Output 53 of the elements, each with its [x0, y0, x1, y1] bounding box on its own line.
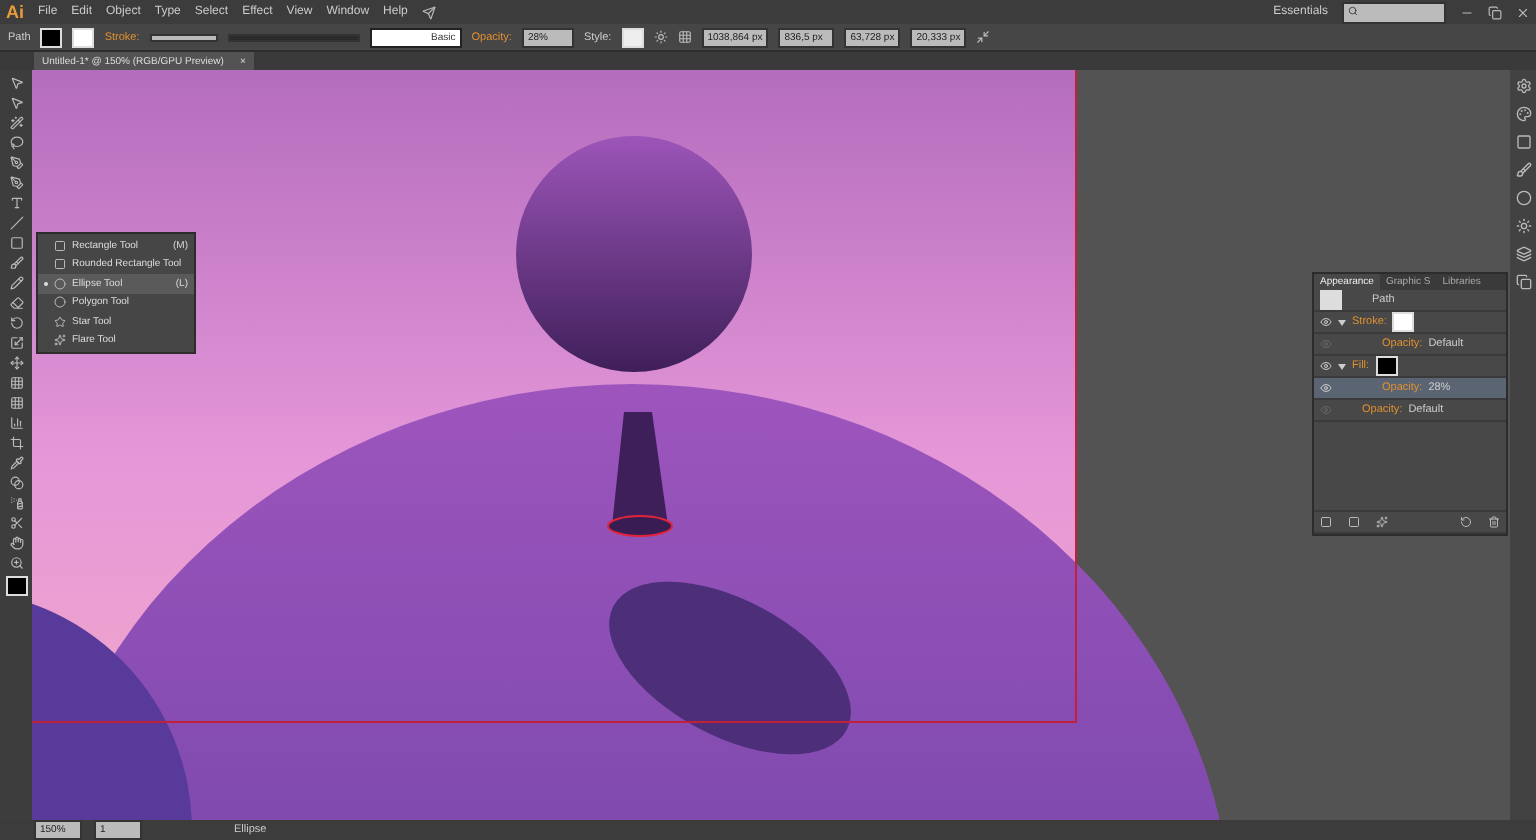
- tool-icon[interactable]: [9, 276, 23, 290]
- grid-icon[interactable]: [677, 30, 692, 44]
- tool-icon[interactable]: [9, 256, 23, 270]
- search-field[interactable]: [1342, 1, 1446, 23]
- delete-icon[interactable]: [1488, 516, 1500, 528]
- tool-icon: [54, 334, 66, 347]
- search-icon: [1348, 5, 1358, 15]
- close-icon[interactable]: [1516, 5, 1530, 19]
- fill-swatch[interactable]: [5, 576, 27, 596]
- panel-icon[interactable]: [1515, 246, 1531, 262]
- effects-icon[interactable]: [1376, 516, 1388, 528]
- thumbnail-icon: [1320, 290, 1342, 310]
- panel-icon[interactable]: [1515, 78, 1531, 94]
- tool-icon[interactable]: [9, 176, 23, 190]
- add-stroke-icon[interactable]: [1320, 516, 1332, 528]
- tool-icon: [54, 315, 66, 328]
- color-swatch[interactable]: [1392, 312, 1415, 332]
- stroke-swatch[interactable]: [72, 27, 95, 47]
- panel-icon[interactable]: [1515, 162, 1531, 178]
- tool-icon[interactable]: [9, 416, 23, 430]
- style-swatch[interactable]: [621, 27, 644, 47]
- tool-icon[interactable]: [9, 456, 23, 470]
- fill-swatch[interactable]: [40, 27, 63, 47]
- caret-icon[interactable]: [1338, 319, 1346, 325]
- restore-icon[interactable]: [1488, 5, 1502, 19]
- panel-icon[interactable]: [1515, 218, 1531, 234]
- tool-icon[interactable]: [9, 356, 23, 370]
- clear-icon[interactable]: [1460, 516, 1472, 528]
- tool-icon[interactable]: [9, 316, 23, 330]
- color-swatch[interactable]: [1375, 356, 1398, 376]
- tool-icon[interactable]: [9, 336, 23, 350]
- transform-icon[interactable]: [976, 30, 991, 44]
- tool-icon[interactable]: [9, 136, 23, 150]
- tool-icon[interactable]: [9, 556, 23, 570]
- tool-icon[interactable]: [9, 396, 23, 410]
- tool-icon[interactable]: [9, 536, 23, 550]
- app-logo: Ai: [6, 2, 24, 22]
- tool-icon[interactable]: [9, 436, 23, 450]
- add-fill-icon[interactable]: [1348, 516, 1360, 528]
- tool-icon[interactable]: [9, 296, 23, 310]
- tool-icon[interactable]: [9, 196, 23, 210]
- tool-icon[interactable]: [9, 376, 23, 390]
- panel-icon[interactable]: [1515, 106, 1531, 122]
- panel-icon[interactable]: [1515, 190, 1531, 206]
- panel-icon[interactable]: [1515, 274, 1531, 290]
- stroke-weight-field[interactable]: [149, 33, 218, 41]
- panel-icon[interactable]: [1515, 134, 1531, 150]
- tool-icon[interactable]: [9, 476, 23, 490]
- tool-icon[interactable]: [9, 516, 23, 530]
- caret-icon[interactable]: [1338, 363, 1346, 369]
- tool-icon[interactable]: [9, 156, 23, 170]
- tool-icon[interactable]: [9, 116, 23, 130]
- send-icon[interactable]: [421, 5, 436, 19]
